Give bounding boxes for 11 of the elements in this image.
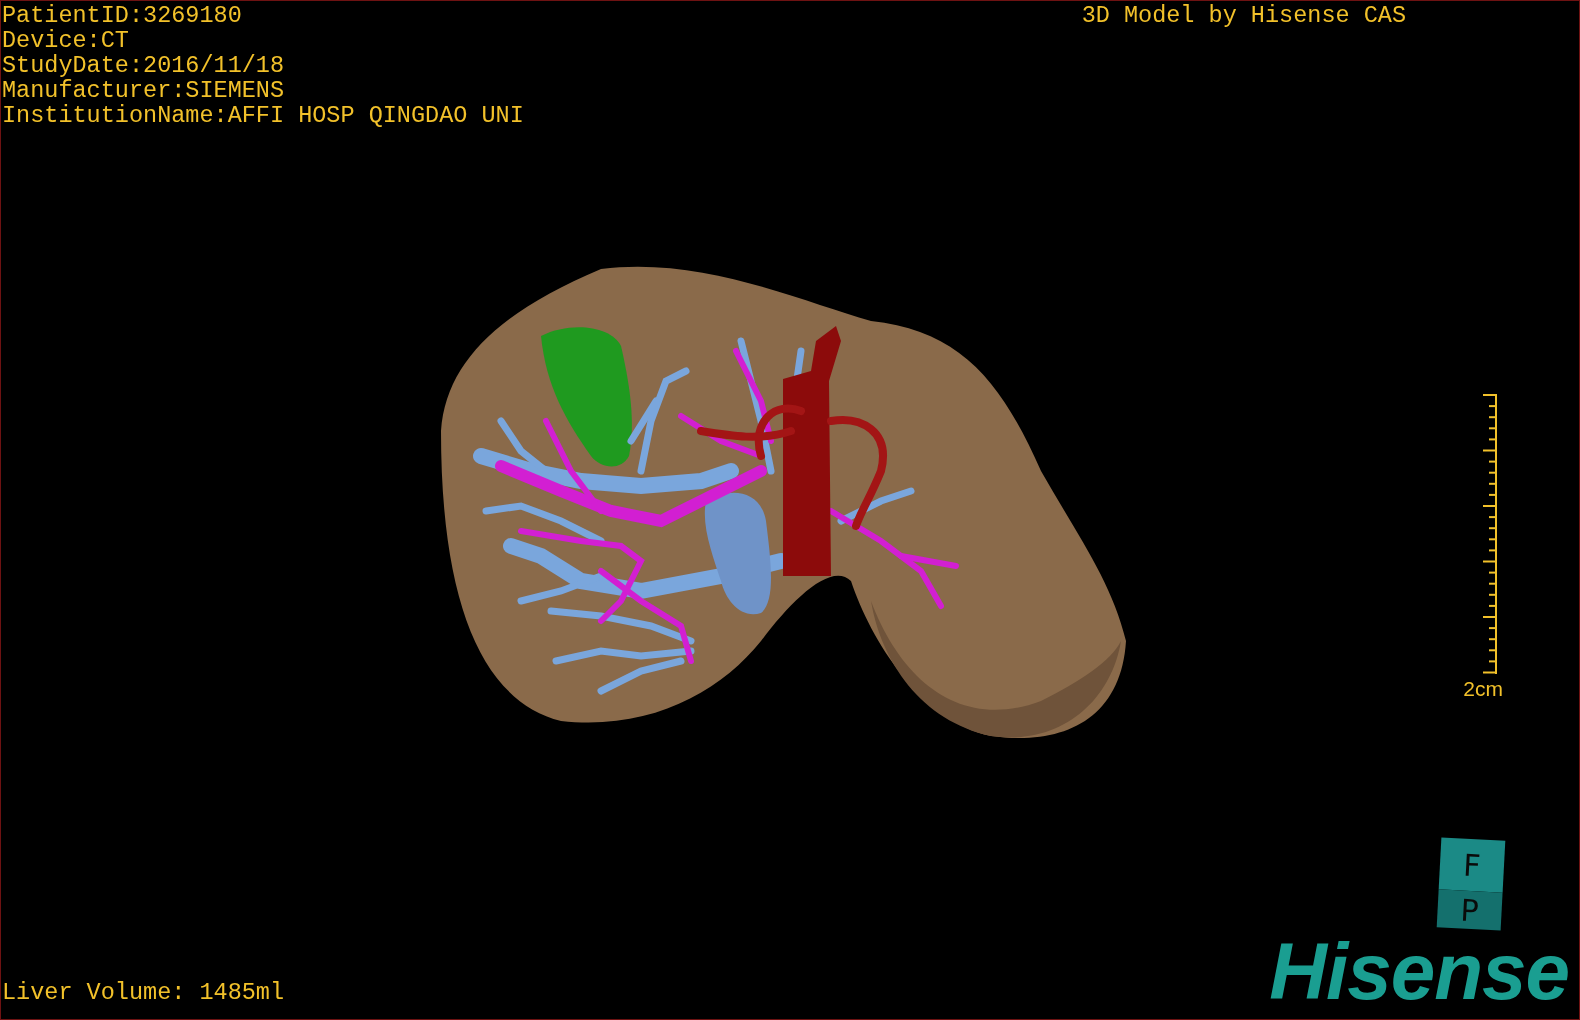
study-info-line: Manufacturer:SIEMENS	[2, 78, 286, 103]
model-caption: 3D Model by Hisense CAS	[1081, 3, 1406, 28]
study-info-line: PatientID:3269180	[2, 3, 243, 28]
scale-label: 2cm	[1463, 678, 1503, 700]
brand-logo: Hisense	[1269, 939, 1570, 1005]
cube-face[interactable]: P	[1436, 889, 1503, 931]
study-info-line: StudyDate:2016/11/18	[2, 53, 286, 78]
study-info-line: InstitutionName:AFFI HOSP QINGDAO UNI	[2, 103, 524, 128]
study-info-line: Device:CT	[2, 28, 130, 53]
volume-readout: Liver Volume: 1485ml	[2, 980, 285, 1005]
cube-face[interactable]: F	[1438, 837, 1506, 893]
